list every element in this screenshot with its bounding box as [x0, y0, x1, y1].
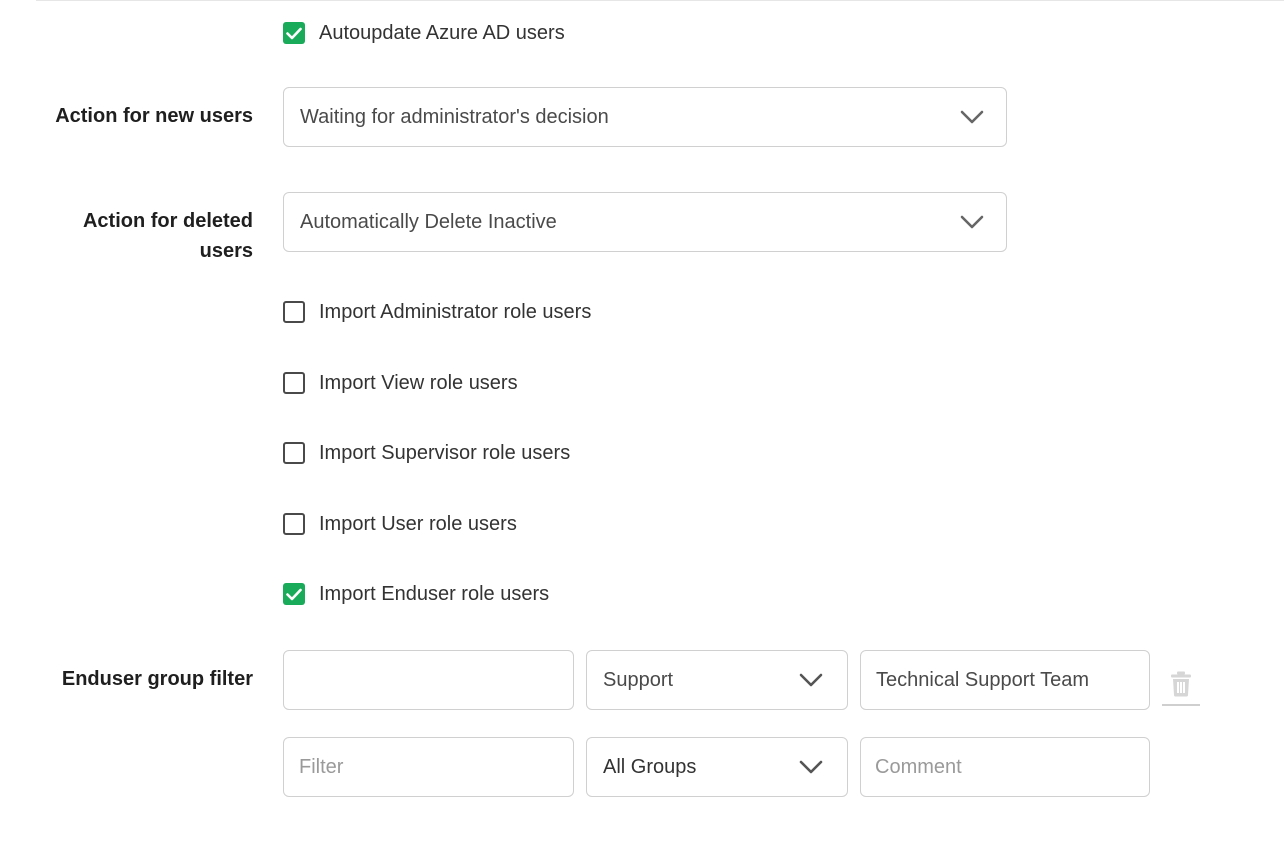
- group-value: Support: [603, 668, 674, 691]
- autoupdate-checkbox[interactable]: Autoupdate Azure AD users: [283, 21, 565, 45]
- delete-filter-button[interactable]: [1162, 668, 1200, 706]
- deleted-users-label: Action for deleted users: [33, 206, 253, 266]
- new-users-select[interactable]: Waiting for administrator's decision: [283, 87, 1007, 147]
- chevron-down-icon: [799, 673, 823, 687]
- checkbox-unchecked-icon[interactable]: [283, 442, 305, 464]
- role-label: Import Enduser role users: [319, 582, 550, 605]
- comment-value: Technical Support Team: [876, 668, 1090, 691]
- checkbox-unchecked-icon[interactable]: [283, 372, 305, 394]
- filter-placeholder: Filter: [299, 755, 344, 778]
- group-select[interactable]: Support: [586, 650, 848, 710]
- checkbox-unchecked-icon[interactable]: [283, 301, 305, 323]
- checkbox-checked-icon[interactable]: [283, 583, 305, 605]
- filter-input[interactable]: [283, 650, 574, 710]
- role-label: Import Administrator role users: [319, 300, 592, 323]
- checkbox-checked-icon[interactable]: [283, 22, 305, 44]
- deleted-users-select[interactable]: Automatically Delete Inactive: [283, 192, 1007, 252]
- import-enduser-checkbox[interactable]: Import Enduser role users: [283, 582, 549, 606]
- new-users-value: Waiting for administrator's decision: [300, 105, 609, 128]
- trash-icon: [1171, 671, 1191, 697]
- import-view-checkbox[interactable]: Import View role users: [283, 371, 518, 395]
- autoupdate-label: Autoupdate Azure AD users: [319, 21, 565, 44]
- divider: [1162, 704, 1200, 706]
- divider: [36, 0, 1284, 1]
- comment-placeholder: Comment: [875, 755, 962, 778]
- deleted-users-label-line1: Action for deleted: [82, 210, 253, 232]
- comment-input[interactable]: Technical Support Team: [860, 650, 1150, 710]
- filter-input-new[interactable]: Filter: [283, 737, 574, 797]
- deleted-users-label-line2: users: [199, 240, 253, 262]
- chevron-down-icon: [960, 110, 984, 124]
- import-supervisor-checkbox[interactable]: Import Supervisor role users: [283, 441, 570, 465]
- deleted-users-value: Automatically Delete Inactive: [300, 210, 557, 233]
- chevron-down-icon: [960, 215, 984, 229]
- group-filter-label: Enduser group filter: [61, 668, 253, 690]
- group-select-new[interactable]: All Groups: [586, 737, 848, 797]
- new-users-label: Action for new users: [55, 105, 253, 127]
- checkbox-unchecked-icon[interactable]: [283, 513, 305, 535]
- import-user-checkbox[interactable]: Import User role users: [283, 512, 517, 536]
- role-label: Import User role users: [319, 512, 517, 535]
- chevron-down-icon: [799, 760, 823, 774]
- comment-input-new[interactable]: Comment: [860, 737, 1150, 797]
- role-label: Import View role users: [319, 371, 518, 394]
- import-administrator-checkbox[interactable]: Import Administrator role users: [283, 300, 591, 324]
- group-value: All Groups: [603, 755, 697, 778]
- azure-ad-settings-form: Autoupdate Azure AD users Action for new…: [0, 0, 1284, 848]
- role-label: Import Supervisor role users: [319, 441, 571, 464]
